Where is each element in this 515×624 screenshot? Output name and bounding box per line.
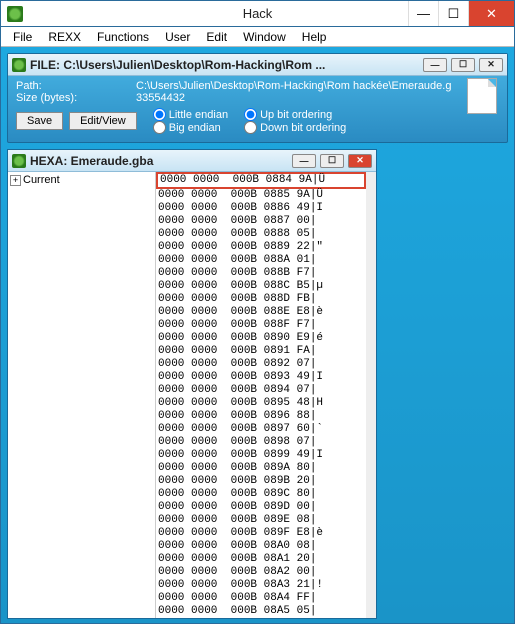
hex-row[interactable]: 0000 0000 000B 088A 01| xyxy=(158,254,364,267)
endian-group: Little endian Big endian xyxy=(153,108,228,134)
hex-row[interactable]: 0000 0000 000B 0893 49|I xyxy=(158,371,364,384)
up-bit-option[interactable]: Up bit ordering xyxy=(244,108,346,121)
hex-row[interactable]: 0000 0000 000B 0898 07| xyxy=(158,436,364,449)
tree-root-row[interactable]: + Current xyxy=(10,174,153,186)
hex-row[interactable]: 0000 0000 000B 088B F7| xyxy=(158,267,364,280)
hexa-window-controls: — ☐ ✕ xyxy=(292,154,376,168)
hex-row[interactable]: 0000 0000 000B 0896 88| xyxy=(158,410,364,423)
hex-row[interactable]: 0000 0000 000B 0887 00| xyxy=(158,215,364,228)
size-label: Size (bytes): xyxy=(16,92,136,104)
hexa-icon xyxy=(12,154,26,168)
file-controls: Save Edit/View Little endian Big endian … xyxy=(16,108,499,134)
menu-user[interactable]: User xyxy=(157,28,198,46)
hexa-close-button[interactable]: ✕ xyxy=(348,154,372,168)
hex-row[interactable]: 0000 0000 000B 08A0 08| xyxy=(158,540,364,553)
hex-row[interactable]: 0000 0000 000B 0888 05| xyxy=(158,228,364,241)
main-titlebar[interactable]: Hack — ☐ ✕ xyxy=(1,1,514,27)
hex-row[interactable]: 0000 0000 000B 088D FB| xyxy=(158,293,364,306)
hex-row[interactable]: 0000 0000 000B 0895 48|H xyxy=(158,397,364,410)
hex-row[interactable]: 0000 0000 000B 089F E8|è xyxy=(158,527,364,540)
menu-rexx[interactable]: REXX xyxy=(40,28,89,46)
hex-header-row: 0000 0000 000B 0884 9A|Ü xyxy=(156,172,366,189)
hex-row[interactable]: 0000 0000 000B 089C 80| xyxy=(158,488,364,501)
hex-row[interactable]: 0000 0000 000B 0894 07| xyxy=(158,384,364,397)
tree-panel: + Current xyxy=(8,172,156,618)
mdi-client-area: FILE: C:\Users\Julien\Desktop\Rom-Hackin… xyxy=(1,47,514,623)
hex-row[interactable]: 0000 0000 000B 089B 20| xyxy=(158,475,364,488)
file-icon xyxy=(12,58,26,72)
hex-row[interactable]: 0000 0000 000B 089E 08| xyxy=(158,514,364,527)
little-endian-option[interactable]: Little endian xyxy=(153,108,228,121)
path-value: C:\Users\Julien\Desktop\Rom-Hacking\Rom … xyxy=(136,80,499,92)
main-window: Hack — ☐ ✕ File REXX Functions User Edit… xyxy=(0,0,515,624)
path-label: Path: xyxy=(16,80,136,92)
file-close-button[interactable]: ✕ xyxy=(479,58,503,72)
hex-row[interactable]: 0000 0000 000B 08A3 21|! xyxy=(158,579,364,592)
hex-row[interactable]: 0000 0000 000B 08A1 20| xyxy=(158,553,364,566)
menu-file[interactable]: File xyxy=(5,28,40,46)
hex-row[interactable]: 0000 0000 000B 0892 07| xyxy=(158,358,364,371)
save-button[interactable]: Save xyxy=(16,112,63,130)
file-window: FILE: C:\Users\Julien\Desktop\Rom-Hackin… xyxy=(7,53,508,143)
hexa-minimize-button[interactable]: — xyxy=(292,154,316,168)
edit-view-button[interactable]: Edit/View xyxy=(69,112,137,130)
hex-row[interactable]: 0000 0000 000B 088C B5|µ xyxy=(158,280,364,293)
scrollbar[interactable] xyxy=(366,172,376,618)
window-controls: — ☐ ✕ xyxy=(408,1,514,26)
file-window-controls: — ☐ ✕ xyxy=(423,58,507,72)
menu-functions[interactable]: Functions xyxy=(89,28,157,46)
hex-row[interactable]: 0000 0000 000B 08A5 05| xyxy=(158,605,364,618)
hex-row[interactable]: 0000 0000 000B 0886 49|I xyxy=(158,202,364,215)
hex-panel[interactable]: 0000 0000 000B 0884 9A|Ü 0000 0000 000B … xyxy=(156,172,366,618)
document-icon xyxy=(467,78,497,114)
hex-row[interactable]: 0000 0000 000B 089D 00| xyxy=(158,501,364,514)
hex-row[interactable]: 0000 0000 000B 0891 FA| xyxy=(158,345,364,358)
file-titlebar[interactable]: FILE: C:\Users\Julien\Desktop\Rom-Hackin… xyxy=(8,54,507,76)
down-bit-radio[interactable] xyxy=(244,121,257,134)
hex-row[interactable]: 0000 0000 000B 0885 9A|Ü xyxy=(158,189,364,202)
hex-row[interactable]: 0000 0000 000B 0889 22|" xyxy=(158,241,364,254)
hex-row[interactable]: 0000 0000 000B 08A4 FF| xyxy=(158,592,364,605)
file-body: Path: C:\Users\Julien\Desktop\Rom-Hackin… xyxy=(8,76,507,142)
down-bit-option[interactable]: Down bit ordering xyxy=(244,121,346,134)
big-endian-radio[interactable] xyxy=(153,121,166,134)
hexa-titlebar[interactable]: HEXA: Emeraude.gba — ☐ ✕ xyxy=(8,150,376,172)
menu-edit[interactable]: Edit xyxy=(198,28,235,46)
hex-row[interactable]: 0000 0000 000B 088F F7| xyxy=(158,319,364,332)
up-bit-radio[interactable] xyxy=(244,108,257,121)
close-button[interactable]: ✕ xyxy=(468,1,514,26)
tree-expander-icon[interactable]: + xyxy=(10,175,21,186)
hexa-maximize-button[interactable]: ☐ xyxy=(320,154,344,168)
file-title: FILE: C:\Users\Julien\Desktop\Rom-Hackin… xyxy=(30,58,325,72)
hex-row[interactable]: 0000 0000 000B 0890 E9|é xyxy=(158,332,364,345)
minimize-button[interactable]: — xyxy=(408,1,438,26)
hex-row[interactable]: 0000 0000 000B 0897 60|` xyxy=(158,423,364,436)
app-icon xyxy=(7,6,23,22)
file-minimize-button[interactable]: — xyxy=(423,58,447,72)
tree-root-label: Current xyxy=(23,174,60,186)
maximize-button[interactable]: ☐ xyxy=(438,1,468,26)
big-endian-option[interactable]: Big endian xyxy=(153,121,228,134)
bitorder-group: Up bit ordering Down bit ordering xyxy=(244,108,346,134)
menu-help[interactable]: Help xyxy=(294,28,335,46)
hex-row[interactable]: 0000 0000 000B 089A 80| xyxy=(158,462,364,475)
hex-row[interactable]: 0000 0000 000B 08A2 00| xyxy=(158,566,364,579)
hex-row[interactable]: 0000 0000 000B 088E E8|è xyxy=(158,306,364,319)
size-value: 33554432 xyxy=(136,92,499,104)
hex-rows: 0000 0000 000B 0885 9A|Ü0000 0000 000B 0… xyxy=(156,189,366,618)
menu-window[interactable]: Window xyxy=(235,28,294,46)
file-maximize-button[interactable]: ☐ xyxy=(451,58,475,72)
menubar: File REXX Functions User Edit Window Hel… xyxy=(1,27,514,47)
little-endian-radio[interactable] xyxy=(153,108,166,121)
hexa-title: HEXA: Emeraude.gba xyxy=(30,154,153,168)
hex-row[interactable]: 0000 0000 000B 0899 49|I xyxy=(158,449,364,462)
hexa-window: HEXA: Emeraude.gba — ☐ ✕ + Current 0000 … xyxy=(7,149,377,619)
hexa-body: + Current 0000 0000 000B 0884 9A|Ü 0000 … xyxy=(8,172,376,618)
